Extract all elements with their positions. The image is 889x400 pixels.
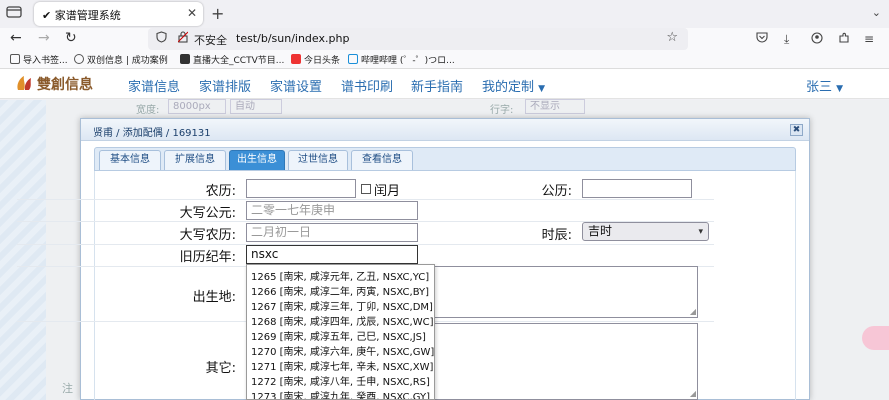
- browser-tab-active[interactable]: ✔ 家谱管理系统 ✕: [34, 2, 203, 26]
- url-bar[interactable]: 不安全 test/b/sun/index.php ☆: [148, 28, 688, 50]
- user-menu[interactable]: 张三 ▼: [806, 76, 843, 95]
- tab-death-info[interactable]: 过世信息: [288, 150, 348, 170]
- lunar-date-input[interactable]: [246, 179, 356, 198]
- bg-font-select[interactable]: 不显示: [525, 99, 585, 114]
- tab-view-info[interactable]: 查看信息: [351, 150, 413, 170]
- dialog-tabs: 基本信息 扩展信息 出生信息 过世信息 查看信息: [94, 147, 796, 171]
- autocomplete-option[interactable]: 1272 [南宋, 咸淳八年, 壬申, NSXC,RS]: [251, 373, 430, 388]
- bookmarks-bar: 导入书签... 双创信息 | 成功案例 直播大全_CCTV节目... 今日头条 …: [0, 50, 889, 69]
- tab-extended-info[interactable]: 扩展信息: [164, 150, 226, 170]
- tracking-shield-icon[interactable]: [156, 31, 167, 46]
- upper-lunar-label: 大写农历:: [179, 228, 236, 243]
- tab-basic-info[interactable]: 基本信息: [99, 150, 161, 170]
- gregorian-date-input[interactable]: [582, 179, 692, 198]
- nav-my-custom[interactable]: 我的定制 ▼: [482, 76, 545, 95]
- resize-grip-icon[interactable]: ◢: [690, 307, 696, 316]
- lunar-date-label: 农历:: [205, 184, 236, 199]
- toutiao-icon: [291, 54, 301, 64]
- import-icon: [10, 54, 20, 64]
- row-divider: [17, 199, 714, 200]
- pocket-icon[interactable]: [756, 32, 768, 46]
- globe-icon: [74, 54, 84, 64]
- app-logo[interactable]: 雙創信息: [14, 74, 93, 94]
- insecure-label: 不安全: [194, 34, 227, 47]
- shichen-select[interactable]: 吉时 ▾: [582, 222, 709, 241]
- bg-font-label: 行字:: [490, 105, 514, 116]
- caret-down-icon: ▼: [836, 84, 844, 94]
- other-label: 其它:: [205, 361, 236, 376]
- bookmark-bilibili[interactable]: 哔哩哔哩 (゜-゜)つロ...: [348, 53, 455, 66]
- upper-gregorian-input[interactable]: 二零一七年庚申: [246, 201, 418, 220]
- cctv-icon: [180, 54, 190, 64]
- bookmark-import[interactable]: 导入书签...: [10, 53, 68, 66]
- bg-width-input[interactable]: 8000px: [168, 99, 226, 114]
- autocomplete-option[interactable]: 1271 [南宋, 咸淳七年, 辛未, NSXC,XW]: [251, 358, 433, 373]
- chevron-down-icon: ▾: [698, 227, 703, 237]
- old-calendar-input[interactable]: nsxc: [246, 245, 418, 264]
- bookmark-star-icon[interactable]: ☆: [666, 30, 678, 45]
- old-calendar-autocomplete: 1265 [南宋, 咸淳元年, 乙丑, NSXC,YC] 1266 [南宋, 咸…: [246, 264, 435, 400]
- url-text[interactable]: test/b/sun/index.php: [236, 32, 349, 45]
- leap-month-label: 闰月: [374, 184, 401, 199]
- nav-jiapu-layout[interactable]: 家谱排版: [199, 76, 251, 95]
- autocomplete-option[interactable]: 1269 [南宋, 咸淳五年, 己巳, NSXC,JS]: [251, 328, 426, 343]
- forward-arrow-icon[interactable]: →: [38, 30, 50, 46]
- nav-beginner-guide[interactable]: 新手指南: [411, 76, 463, 95]
- nav-jiapu-info[interactable]: 家谱信息: [128, 76, 180, 95]
- tab-list-icon[interactable]: [6, 5, 24, 23]
- shichen-label: 时辰:: [541, 228, 572, 243]
- dialog-header: 贤甫 / 添加配偶 / 169131 ✖: [81, 119, 809, 141]
- upper-gregorian-label: 大写公元:: [179, 206, 236, 221]
- browser-nav-bar: ← → ↻ 不安全 test/b/sun/index.php ☆ ⤓ ≡: [0, 28, 889, 50]
- caret-down-icon: ▼: [538, 84, 546, 94]
- autocomplete-option[interactable]: 1268 [南宋, 咸淳四年, 戊辰, NSXC,WC]: [251, 313, 434, 328]
- bookmark-shuangchuang[interactable]: 双创信息 | 成功案例: [74, 53, 168, 66]
- autocomplete-option[interactable]: 1266 [南宋, 咸淳二年, 丙寅, NSXC,BY]: [251, 283, 429, 298]
- reload-icon[interactable]: ↻: [65, 30, 77, 46]
- bilibili-icon: [348, 54, 358, 64]
- insecure-lock-icon[interactable]: [177, 31, 189, 46]
- account-icon[interactable]: [811, 32, 823, 47]
- extensions-icon[interactable]: [838, 32, 850, 47]
- new-tab-icon[interactable]: +: [211, 4, 224, 23]
- menu-hamburger-icon[interactable]: ≡: [864, 32, 874, 46]
- upper-lunar-input[interactable]: 二月初一日: [246, 223, 418, 242]
- tab-close-icon[interactable]: ✕: [187, 6, 197, 20]
- nav-jiapu-settings[interactable]: 家谱设置: [270, 76, 322, 95]
- back-arrow-icon[interactable]: ←: [10, 30, 22, 46]
- old-calendar-label: 旧历纪年:: [179, 250, 236, 265]
- nav-book-print[interactable]: 谱书印刷: [341, 76, 393, 95]
- birthplace-label: 出生地:: [192, 290, 236, 305]
- bg-width-label: 宽度:: [136, 105, 160, 116]
- dialog-close-button[interactable]: ✖: [790, 124, 803, 136]
- app-header: 雙創信息 家谱信息 家谱排版 家谱设置 谱书印刷 新手指南 我的定制 ▼ 张三 …: [0, 69, 889, 99]
- tab-title: ✔ 家谱管理系统: [42, 9, 121, 22]
- dialog-breadcrumb: 贤甫 / 添加配偶 / 169131: [93, 128, 211, 139]
- gregorian-date-label: 公历:: [541, 184, 572, 199]
- browser-tab-bar: ✔ 家谱管理系统 ✕ + ⌄: [0, 0, 889, 28]
- bookmark-cctv[interactable]: 直播大全_CCTV节目...: [180, 53, 284, 66]
- logo-icon: [17, 76, 31, 90]
- bg-note: 注: [62, 382, 73, 395]
- bg-auto-select[interactable]: 自动: [230, 99, 282, 114]
- tab-overflow-chevron-icon[interactable]: ⌄: [872, 6, 881, 19]
- autocomplete-option[interactable]: 1267 [南宋, 咸淳三年, 丁卯, NSXC,DM]: [251, 298, 433, 313]
- autocomplete-option[interactable]: 1265 [南宋, 咸淳元年, 乙丑, NSXC,YC]: [251, 268, 429, 283]
- autocomplete-option[interactable]: 1273 [南宋, 咸淳九年, 癸酉, NSXC,GY]: [251, 388, 430, 399]
- tab-birth-info[interactable]: 出生信息: [229, 150, 285, 170]
- download-icon[interactable]: ⤓: [784, 32, 789, 47]
- resize-grip-icon[interactable]: ◢: [690, 389, 696, 398]
- autocomplete-option[interactable]: 1270 [南宋, 咸淳六年, 庚午, NSXC,GW]: [251, 343, 434, 358]
- leap-month-checkbox[interactable]: [361, 184, 371, 194]
- bookmark-toutiao[interactable]: 今日头条: [291, 53, 340, 66]
- floating-helper-button[interactable]: [862, 326, 889, 350]
